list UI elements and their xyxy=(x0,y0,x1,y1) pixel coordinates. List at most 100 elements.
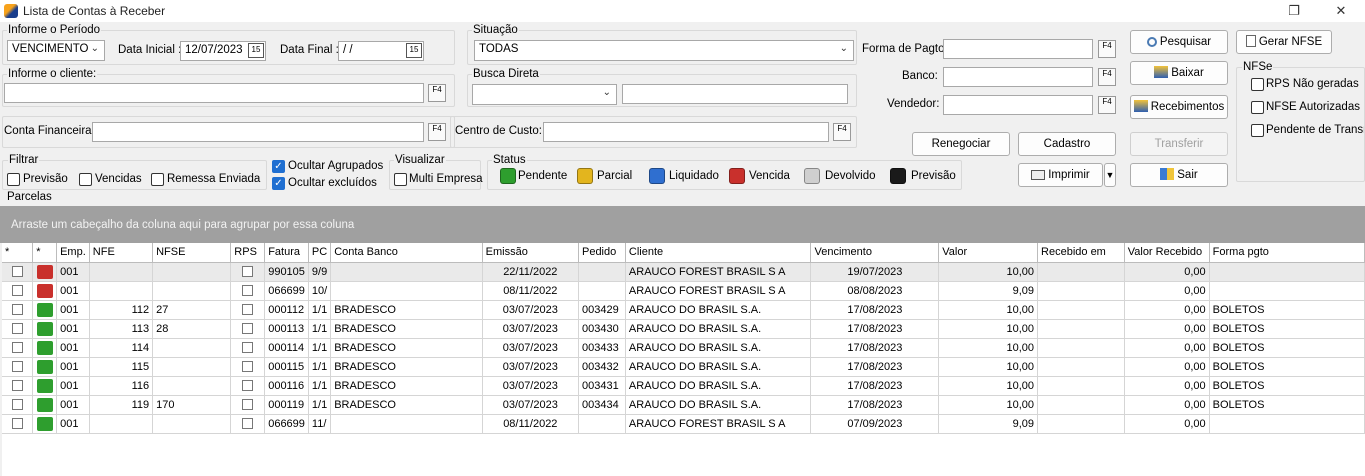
row-select-cell[interactable] xyxy=(2,414,34,434)
row-select-checkbox[interactable] xyxy=(11,285,23,297)
column-header[interactable]: Conta Banco xyxy=(330,243,483,263)
restore-window-button[interactable]: ❐ xyxy=(1285,2,1303,20)
nfse-pendente-checkbox[interactable] xyxy=(1251,124,1264,137)
row-select-cell[interactable] xyxy=(2,357,34,377)
rps-checkbox[interactable] xyxy=(242,380,254,392)
calendar-icon[interactable]: 15 xyxy=(406,43,422,58)
row-select-checkbox[interactable] xyxy=(11,304,23,316)
group-by-hint: Arraste um cabeçalho da coluna aqui para… xyxy=(11,219,355,231)
rps-checkbox[interactable] xyxy=(242,418,254,430)
table-row[interactable]: 001 113 28 000113 1/1 BRADESCO 03/07/2023 00343… xyxy=(2,319,1365,339)
rps-checkbox[interactable] xyxy=(242,285,254,297)
centro-custo-input[interactable] xyxy=(543,122,829,142)
nfse-rps-checkbox[interactable] xyxy=(1251,78,1264,91)
row-select-checkbox[interactable] xyxy=(11,266,23,278)
recebimentos-label: Recebimentos xyxy=(1150,101,1225,113)
column-header[interactable]: Valor Recebido xyxy=(1124,243,1210,263)
cell-fatura: 000116 xyxy=(264,376,309,396)
renegociar-button[interactable]: Renegociar xyxy=(912,132,1010,156)
busca-direta-select[interactable]: ⌄ xyxy=(472,84,617,105)
f4-lookup-icon[interactable]: F4 xyxy=(833,123,851,141)
column-header[interactable]: Pedido xyxy=(578,243,626,263)
column-header[interactable]: Emissão xyxy=(482,243,579,263)
table-row[interactable]: 001 066699 11/08/11/2022 ARAUCO FOREST BRAS… xyxy=(2,414,1365,434)
column-header[interactable]: Valor xyxy=(938,243,1039,263)
banco-input[interactable] xyxy=(943,67,1093,87)
row-select-checkbox[interactable] xyxy=(11,418,23,430)
f4-lookup-icon[interactable]: F4 xyxy=(1098,96,1116,114)
column-header[interactable]: Recebido em xyxy=(1037,243,1125,263)
pesquisar-button[interactable]: Pesquisar xyxy=(1130,30,1228,54)
forma-pagto-input[interactable] xyxy=(943,39,1093,59)
f4-lookup-icon[interactable]: F4 xyxy=(1098,40,1116,58)
f4-lookup-icon[interactable]: F4 xyxy=(428,84,446,102)
baixar-button[interactable]: Baixar xyxy=(1130,61,1228,85)
table-row[interactable]: 001 116 000116 1/1 BRADESCO 03/07/2023 003431 A… xyxy=(2,376,1365,396)
column-header[interactable]: Emp. xyxy=(56,243,90,263)
multi-empresa-checkbox[interactable] xyxy=(394,173,407,186)
previsao-checkbox[interactable] xyxy=(7,173,20,186)
cliente-input[interactable] xyxy=(4,83,424,103)
table-row[interactable]: 001 115 000115 1/1 BRADESCO 03/07/2023 003432 A… xyxy=(2,357,1365,377)
cell-conta xyxy=(330,262,483,282)
rps-checkbox[interactable] xyxy=(242,266,254,278)
row-select-cell[interactable] xyxy=(2,262,34,282)
periodo-tipo-select[interactable]: VENCIMENTO ⌄ xyxy=(7,40,105,61)
column-header[interactable]: PC xyxy=(308,243,332,263)
group-by-panel[interactable]: Arraste um cabeçalho da coluna aqui para… xyxy=(0,206,1365,243)
nfse-autorizadas-checkbox[interactable] xyxy=(1251,101,1264,114)
busca-direta-input[interactable] xyxy=(622,84,848,104)
rps-checkbox[interactable] xyxy=(242,304,254,316)
row-select-cell[interactable] xyxy=(2,376,34,396)
cell-pc: 1/1 xyxy=(308,357,332,377)
row-select-checkbox[interactable] xyxy=(11,380,23,392)
cadastro-button[interactable]: Cadastro xyxy=(1018,132,1116,156)
rps-checkbox[interactable] xyxy=(242,342,254,354)
row-select-cell[interactable] xyxy=(2,395,34,415)
imprimir-button[interactable]: Imprimir xyxy=(1018,163,1103,187)
rps-checkbox[interactable] xyxy=(242,361,254,373)
row-select-cell[interactable] xyxy=(2,281,34,301)
vendedor-input[interactable] xyxy=(943,95,1093,115)
row-select-checkbox[interactable] xyxy=(11,399,23,411)
row-select-cell[interactable] xyxy=(2,300,34,320)
situacao-select[interactable]: TODAS ⌄ xyxy=(474,40,854,61)
remessa-enviada-checkbox[interactable] xyxy=(151,173,164,186)
f4-lookup-icon[interactable]: F4 xyxy=(428,123,446,141)
column-header[interactable]: Cliente xyxy=(625,243,812,263)
data-final-value: / / xyxy=(343,44,353,56)
row-select-cell[interactable] xyxy=(2,338,34,358)
column-header[interactable]: NFSE xyxy=(152,243,232,263)
table-row[interactable]: 001 114 000114 1/1 BRADESCO 03/07/2023 003433 A… xyxy=(2,338,1365,358)
f4-lookup-icon[interactable]: F4 xyxy=(1098,68,1116,86)
column-header[interactable]: RPS xyxy=(230,243,266,263)
table-row[interactable]: 001 990105 9/9 22/11/2022 ARAUCO FOREST BRAS… xyxy=(2,262,1365,282)
close-window-button[interactable]: ✕ xyxy=(1332,2,1350,20)
column-header[interactable]: Fatura xyxy=(264,243,309,263)
row-select-checkbox[interactable] xyxy=(11,323,23,335)
column-header[interactable]: NFE xyxy=(89,243,154,263)
ocultar-excluidos-checkbox[interactable]: ✓ xyxy=(272,177,285,190)
rps-checkbox[interactable] xyxy=(242,323,254,335)
column-header[interactable]: * xyxy=(32,243,58,263)
gerar-nfse-button[interactable]: Gerar NFSE xyxy=(1236,30,1332,54)
recebimentos-button[interactable]: Recebimentos xyxy=(1130,95,1228,119)
column-header[interactable]: Forma pgto xyxy=(1209,243,1365,263)
imprimir-dropdown-button[interactable]: ▼ xyxy=(1104,163,1116,187)
vencidas-checkbox[interactable] xyxy=(79,173,92,186)
row-status-cell xyxy=(32,338,58,358)
transferir-button[interactable]: Transferir xyxy=(1130,132,1228,156)
row-select-cell[interactable] xyxy=(2,319,34,339)
row-select-checkbox[interactable] xyxy=(11,361,23,373)
column-header[interactable]: * xyxy=(2,243,34,263)
ocultar-agrupados-checkbox[interactable]: ✓ xyxy=(272,160,285,173)
row-select-checkbox[interactable] xyxy=(11,342,23,354)
sair-button[interactable]: Sair xyxy=(1130,163,1228,187)
table-row[interactable]: 001 119 170 000119 1/1 BRADESCO 03/07/2023 0034… xyxy=(2,395,1365,415)
column-header[interactable]: Vencimento xyxy=(810,243,940,263)
table-row[interactable]: 001 112 27 000112 1/1 BRADESCO 03/07/2023 00342… xyxy=(2,300,1365,320)
table-row[interactable]: 001 066699 10/08/11/2022 ARAUCO FOREST BRAS… xyxy=(2,281,1365,301)
rps-checkbox[interactable] xyxy=(242,399,254,411)
conta-financeira-input[interactable] xyxy=(92,122,424,142)
calendar-icon[interactable]: 15 xyxy=(248,43,264,58)
